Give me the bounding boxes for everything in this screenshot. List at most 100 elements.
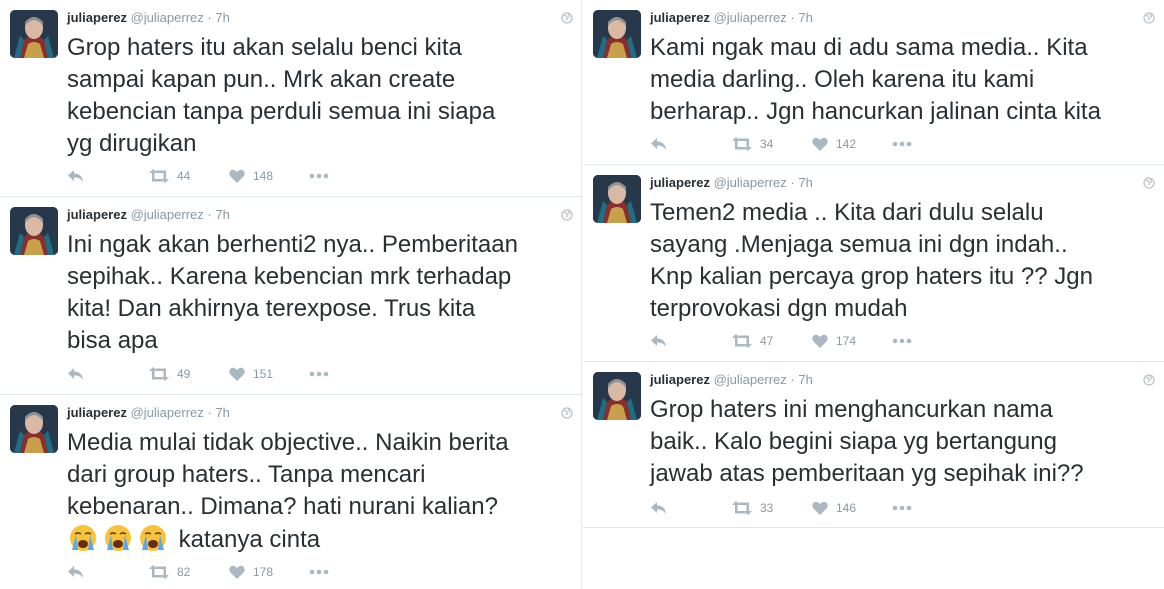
tweet-line: Grop haters ini menghancurkan nama <box>650 396 1053 423</box>
retweet-button[interactable]: 33 <box>732 501 812 515</box>
like-button[interactable]: 178 <box>229 565 309 579</box>
retweet-button[interactable]: 44 <box>149 169 229 183</box>
avatar[interactable] <box>593 10 641 58</box>
heart-icon <box>812 334 828 348</box>
crying-face-emoji-icon <box>105 525 131 551</box>
avatar-image <box>10 405 58 453</box>
avatar[interactable] <box>10 405 58 453</box>
reply-button[interactable] <box>67 565 149 579</box>
avatar[interactable] <box>10 10 58 58</box>
user-handle[interactable]: @juliaperrez <box>714 175 787 190</box>
more-button[interactable] <box>892 338 912 344</box>
like-count: 174 <box>836 334 857 348</box>
globe-icon <box>1143 12 1155 24</box>
like-button[interactable]: 146 <box>812 501 892 515</box>
separator-dot: · <box>790 175 795 190</box>
more-button[interactable] <box>309 173 329 179</box>
more-button[interactable] <box>892 505 912 511</box>
tweet-text: Kami ngak mau di adu sama media.. Kita m… <box>650 32 1154 128</box>
tweet-actions: 82 178 <box>67 562 329 582</box>
reply-button[interactable] <box>67 367 149 381</box>
tweet-text: Grop haters itu akan selalu benci kita s… <box>67 32 572 160</box>
tweet-header: juliaperez @juliaperrez · 7h <box>650 175 813 191</box>
avatar[interactable] <box>593 175 641 223</box>
user-handle[interactable]: @juliaperrez <box>714 10 787 25</box>
tweet-line: dari group haters.. Tanpa mencari <box>67 461 426 488</box>
retweet-button[interactable]: 82 <box>149 565 229 579</box>
retweet-count: 33 <box>760 501 774 515</box>
heart-icon <box>812 501 828 515</box>
user-name[interactable]: juliaperez <box>67 10 127 25</box>
like-button[interactable]: 148 <box>229 169 309 183</box>
timestamp[interactable]: 7h <box>215 405 229 420</box>
tweet-actions: 34 142 <box>650 134 912 154</box>
timestamp[interactable]: 7h <box>215 10 229 25</box>
retweet-icon <box>732 334 752 348</box>
retweet-button[interactable]: 47 <box>732 334 812 348</box>
reply-button[interactable] <box>650 334 732 348</box>
heart-icon <box>229 565 245 579</box>
globe-icon <box>561 407 573 419</box>
timestamp[interactable]: 7h <box>798 372 812 387</box>
timestamp[interactable]: 7h <box>215 207 229 222</box>
like-button[interactable]: 142 <box>812 137 892 151</box>
tweet-line: sepihak.. Karena kebencian mrk terhadap <box>67 263 512 290</box>
reply-icon <box>68 368 83 380</box>
user-handle[interactable]: @juliaperrez <box>131 207 204 222</box>
tweet-line: bisa apa <box>67 327 158 354</box>
crying-face-emoji-icon <box>70 525 96 551</box>
timestamp[interactable]: 7h <box>798 10 812 25</box>
tweet-text: Media mulai tidak objective.. Naikin ber… <box>67 427 572 556</box>
globe-icon <box>1143 374 1155 386</box>
tweet: juliaperez @juliaperrez · 7h Ini ngak ak… <box>0 197 582 395</box>
tweet-line: Knp kalian percaya grop haters itu ?? Jg… <box>650 263 1093 290</box>
like-button[interactable]: 151 <box>229 367 309 381</box>
reply-button[interactable] <box>67 169 149 183</box>
more-button[interactable] <box>309 569 329 575</box>
more-button[interactable] <box>892 141 912 147</box>
user-name[interactable]: juliaperez <box>650 175 710 190</box>
separator-dot: · <box>207 10 212 25</box>
retweet-count: 49 <box>177 367 191 381</box>
user-name[interactable]: juliaperez <box>650 372 710 387</box>
tweet-line: sampai kapan pun.. Mrk akan create <box>67 66 456 93</box>
user-name[interactable]: juliaperez <box>67 405 127 420</box>
like-count: 178 <box>253 565 274 579</box>
user-handle[interactable]: @juliaperrez <box>714 372 787 387</box>
reply-icon <box>651 502 666 514</box>
heart-icon <box>229 169 245 183</box>
tweet-header: juliaperez @juliaperrez · 7h <box>67 207 230 223</box>
tweet-line: yg dirugikan <box>67 130 197 157</box>
retweet-count: 82 <box>177 565 191 579</box>
separator-dot: · <box>790 10 795 25</box>
user-name[interactable]: juliaperez <box>67 207 127 222</box>
like-button[interactable]: 174 <box>812 334 892 348</box>
tweet-line: sayang .Menjaga semua ini dgn indah.. <box>650 231 1068 258</box>
user-name[interactable]: juliaperez <box>650 10 710 25</box>
reply-button[interactable] <box>650 137 732 151</box>
avatar[interactable] <box>10 207 58 255</box>
heart-icon <box>229 367 245 381</box>
tweet: juliaperez @juliaperrez · 7h Media mulai… <box>0 395 582 589</box>
separator-dot: · <box>207 405 212 420</box>
tweet-line: media darling.. Oleh karena itu kami <box>650 66 1035 93</box>
retweet-button[interactable]: 49 <box>149 367 229 381</box>
globe-icon <box>1143 177 1155 189</box>
tweet: juliaperez @juliaperrez · 7h Temen2 medi… <box>583 165 1164 362</box>
tweet-line: jawab atas pemberitaan yg sepihak ini?? <box>650 460 1084 487</box>
avatar[interactable] <box>593 372 641 420</box>
retweet-button[interactable]: 34 <box>732 137 812 151</box>
globe-icon <box>561 209 573 221</box>
more-button[interactable] <box>309 371 329 377</box>
more-icon <box>309 569 329 575</box>
retweet-count: 34 <box>760 137 774 151</box>
user-handle[interactable]: @juliaperrez <box>131 10 204 25</box>
tweet-header: juliaperez @juliaperrez · 7h <box>67 10 230 26</box>
more-icon <box>309 173 329 179</box>
reply-button[interactable] <box>650 501 732 515</box>
timestamp[interactable]: 7h <box>798 175 812 190</box>
like-count: 146 <box>836 501 857 515</box>
more-icon <box>892 505 912 511</box>
user-handle[interactable]: @juliaperrez <box>131 405 204 420</box>
retweet-icon <box>149 169 169 183</box>
